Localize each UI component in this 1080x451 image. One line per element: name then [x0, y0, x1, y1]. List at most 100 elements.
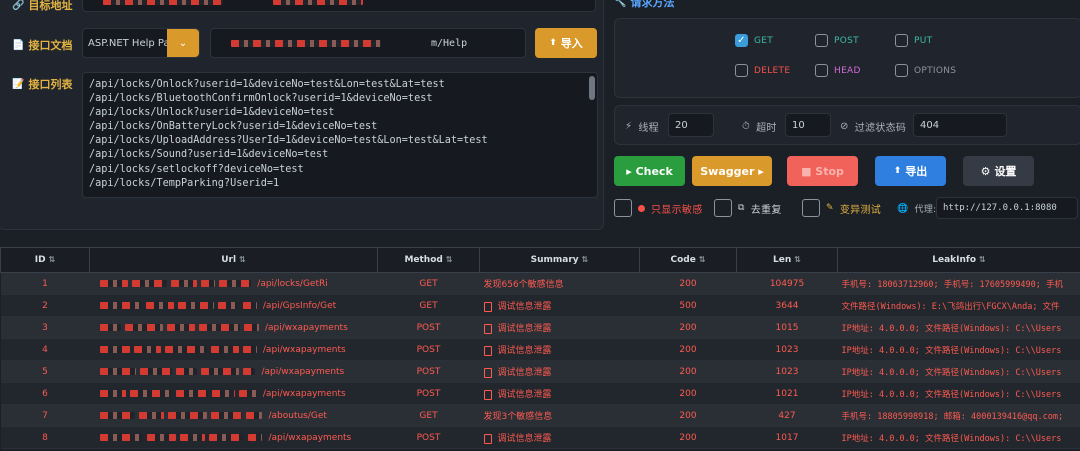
cell-summary: 发现3个敏感信息 [479, 404, 640, 427]
table-row[interactable]: 6/api/wxapayments POST 调试信息泄露 200 1021 IP地址: … [0, 382, 1080, 405]
scrollbar[interactable] [589, 76, 595, 100]
redacted-text [99, 367, 136, 375]
checkbox[interactable] [802, 199, 820, 217]
column-header-url[interactable]: Url ⇅ [89, 247, 378, 273]
proxy-input[interactable]: http://127.0.0.1:8080 [936, 197, 1078, 219]
method-checkbox-head[interactable]: HEAD [815, 64, 861, 77]
settings-button[interactable]: ⚙ 设置 [963, 156, 1034, 186]
table-row[interactable]: 3/api/wxapayments POST 调试信息泄露 200 1015 IP地址: … [0, 316, 1080, 339]
api-list-line: /api/locks/Onlock?userid=1&deviceNo=test… [89, 79, 445, 90]
document-icon [483, 323, 492, 334]
table-row[interactable]: 7/aboutus/Get GET 发现3个敏感信息 200 427 手机号: 18805… [0, 404, 1080, 427]
method-checkbox-post[interactable]: POST [815, 34, 859, 47]
swagger-button[interactable]: Swagger ▸ [692, 156, 772, 186]
import-button[interactable]: ⬆ 导入 [535, 28, 597, 58]
dot-icon [638, 204, 645, 212]
redacted-text [201, 279, 216, 287]
redacted-text [245, 411, 263, 419]
table-row[interactable]: 5/api/wxapayments POST 调试信息泄露 200 1023 IP地址: … [0, 360, 1080, 383]
clock-icon: ⏱ [742, 121, 751, 132]
checkbox[interactable] [614, 199, 632, 217]
cell-method: POST [377, 382, 480, 405]
redacted-text [99, 301, 142, 309]
redacted-text [243, 323, 259, 331]
redacted-text [134, 345, 161, 353]
redacted-text [130, 389, 173, 397]
redacted-text [170, 279, 198, 287]
method-label: 🔧 请求方法 [614, 0, 674, 10]
method-checkbox-put[interactable]: PUT [895, 34, 932, 47]
doc-type-select[interactable]: ASP.NET Help Pag ⌄ [82, 28, 200, 58]
sort-icon[interactable]: ⇅ [699, 255, 706, 264]
cell-method: POST [377, 360, 480, 383]
table-body: 1/api/locks/GetRi GET 发现656个敏感信息 200 104975 手… [0, 272, 1080, 449]
table-row[interactable]: 1/api/locks/GetRi GET 发现656个敏感信息 200 104975 手… [0, 272, 1080, 295]
redacted-text [99, 411, 135, 419]
redacted-text [201, 367, 239, 375]
cell-method: POST [377, 426, 480, 449]
redacted-text [138, 411, 164, 419]
sort-icon[interactable]: ⇅ [49, 255, 56, 264]
checkbox[interactable] [714, 199, 732, 217]
target-url-input[interactable] [82, 0, 596, 12]
check-button[interactable]: ▸ Check [614, 156, 685, 186]
redacted-text [139, 367, 173, 375]
checkmark-icon[interactable]: ✓ [735, 34, 748, 47]
redacted-text [242, 301, 257, 309]
threads-input[interactable]: 20 [668, 113, 714, 137]
method-checkbox-delete[interactable]: DELETE [735, 64, 790, 77]
column-header-leakinfo[interactable]: LeakInfo ⇅ [837, 247, 1080, 273]
sort-icon[interactable]: ⇅ [979, 255, 986, 264]
doc-url-input[interactable]: m/Help [210, 28, 526, 58]
redacted-text [231, 39, 381, 47]
redacted-text [124, 323, 163, 331]
table-row[interactable]: 2/api/GpsInfo/Get GET 调试信息泄露 500 3644 文件路径(Wi… [0, 294, 1080, 317]
stop-button[interactable]: ■ Stop [787, 156, 858, 186]
table-row[interactable]: 4/api/wxapayments POST 调试信息泄露 200 1023 IP地址: … [0, 338, 1080, 361]
api-list-line: /api/locks/Unlock?userid=1&deviceNo=test [89, 107, 335, 119]
chevron-down-icon[interactable]: ⌄ [167, 29, 199, 57]
cell-len: 427 [736, 404, 838, 427]
column-header-method[interactable]: Method ⇅ [377, 247, 480, 273]
lightning-icon: ⚡ [625, 121, 633, 132]
cell-id: 3 [0, 316, 90, 339]
column-header-code[interactable]: Code ⇅ [639, 247, 737, 273]
cell-url: /api/GpsInfo/Get [89, 294, 378, 317]
method-checkbox-options[interactable]: OPTIONS [895, 64, 956, 77]
cell-code: 200 [639, 426, 737, 449]
document-icon [483, 301, 492, 312]
sort-icon[interactable]: ⇅ [794, 255, 801, 264]
column-header-summary[interactable]: Summary ⇅ [479, 247, 640, 273]
redacted-text [99, 323, 121, 331]
sensitive-only-checkbox[interactable]: 只显示敏感 [614, 199, 703, 217]
export-button[interactable]: ⬆ 导出 [875, 156, 946, 186]
results-table: ID ⇅ Url ⇅ Method ⇅ Summary ⇅ Code ⇅ Len ⇅ LeakInfo ⇅… [0, 247, 1080, 449]
table-row[interactable]: 8/api/wxapayments POST 调试信息泄露 200 1017 IP地址: … [0, 426, 1080, 449]
checkbox[interactable] [815, 64, 828, 77]
filter-icon: ⊘ [840, 121, 849, 132]
api-list-textarea[interactable]: /api/locks/Onlock?userid=1&deviceNo=test… [82, 72, 598, 198]
gear-icon: ⚙ [980, 164, 991, 178]
column-header-len[interactable]: Len ⇅ [736, 247, 838, 273]
timeout-input[interactable]: 10 [785, 113, 831, 137]
mutation-test-checkbox[interactable]: ✎ 变异测试 [802, 199, 881, 217]
checkbox[interactable] [815, 34, 828, 47]
redacted-text [99, 389, 127, 397]
checkbox[interactable] [895, 34, 908, 47]
method-checkbox-get[interactable]: ✓ GET [735, 34, 773, 47]
column-header-id[interactable]: ID ⇅ [0, 247, 90, 273]
sort-icon[interactable]: ⇅ [446, 255, 453, 264]
cell-len: 104975 [736, 272, 838, 295]
redacted-text [242, 367, 256, 375]
sort-icon[interactable]: ⇅ [582, 255, 589, 264]
cell-id: 1 [0, 272, 90, 295]
dedupe-checkbox[interactable]: ⧉ 去重复 [714, 199, 782, 217]
cell-leakinfo: IP地址: 4.0.0.0; 文件路径(Windows): C:\\Users [837, 316, 1080, 339]
sort-icon[interactable]: ⇅ [239, 255, 246, 264]
redacted-text [219, 279, 252, 287]
checkbox[interactable] [735, 64, 748, 77]
target-label: 🔗 目标地址 [12, 0, 73, 12]
cell-code: 200 [639, 272, 737, 295]
filter-input[interactable]: 404 [913, 113, 1007, 137]
checkbox[interactable] [895, 64, 908, 77]
